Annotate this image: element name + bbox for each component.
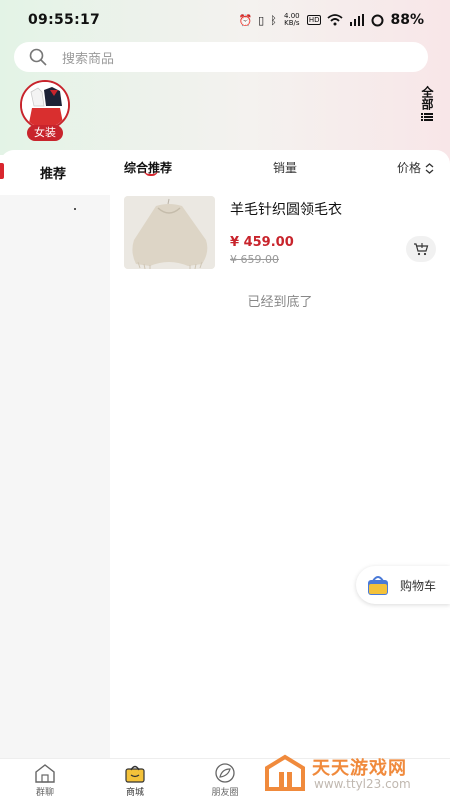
list-menu-icon	[421, 113, 433, 121]
search-icon	[29, 48, 47, 66]
product-card[interactable]: 羊毛针织圆领毛衣 ¥ 459.00 ¥ 659.00	[124, 196, 444, 272]
network-speed: 4.00 KB/s	[284, 12, 300, 27]
site-watermark: 天天游戏网 www.ttyl23.com	[262, 752, 422, 794]
tab-label: 群聊	[35, 788, 54, 798]
product-image[interactable]	[124, 196, 215, 269]
category-label: 女装	[27, 125, 63, 141]
battery-ring-icon	[371, 14, 384, 26]
tab-mall[interactable]: 商城	[105, 763, 165, 798]
left-category-rail	[0, 195, 110, 760]
shop-bag-icon	[125, 765, 145, 783]
product-original-price: ¥ 659.00	[230, 253, 279, 266]
status-time: 09:55:17	[28, 12, 101, 28]
tab-label: 商城	[125, 788, 144, 798]
product-price: ¥ 459.00	[230, 235, 294, 250]
product-name: 羊毛针织圆领毛衣	[230, 202, 342, 218]
wifi-icon	[327, 14, 344, 26]
dot-marker	[74, 208, 76, 210]
sort-arrows-icon	[425, 163, 434, 174]
home-icon	[35, 764, 55, 783]
status-bar: 09:55:17 ⏰ ▯ ᛒ 4.00 KB/s HD 88%	[0, 0, 450, 40]
clothing-thumbnail	[20, 80, 70, 130]
all-categories-label: 全部	[420, 86, 434, 110]
vibrate-icon: ▯	[258, 13, 265, 27]
add-to-cart-button[interactable]	[406, 236, 436, 262]
status-icons: ⏰ ▯ ᛒ 4.00 KB/s HD 88%	[238, 12, 424, 28]
battery-percent: 88%	[390, 12, 424, 28]
watermark-logo-icon	[265, 754, 305, 791]
sort-tab-sales[interactable]: 销量	[273, 159, 297, 176]
bluetooth-icon: ᛒ	[270, 13, 277, 27]
signal-icon	[350, 14, 365, 26]
tab-label: 朋友圈	[211, 788, 239, 798]
add-cart-icon	[414, 243, 429, 256]
tab-moments[interactable]: 朋友圈	[195, 763, 255, 798]
floating-cart-button[interactable]: 购物车	[356, 566, 450, 604]
tab-group-chat[interactable]: 群聊	[15, 763, 75, 798]
all-categories-button[interactable]: 全部	[417, 86, 437, 122]
search-placeholder: 搜索商品	[62, 51, 115, 67]
watermark-url: www.ttyl23.com	[314, 777, 411, 791]
left-nav-label: 推荐	[39, 167, 66, 182]
sort-price-label: 价格	[397, 161, 422, 175]
left-nav-item-recommend[interactable]: 推荐	[0, 155, 110, 195]
sort-tab-price[interactable]: 价格	[397, 159, 434, 176]
hd-icon: HD	[306, 15, 322, 25]
alarm-icon: ⏰	[238, 13, 253, 27]
list-end-text: 已经到底了	[247, 295, 313, 310]
sort-bar: 综合推荐 销量 价格	[110, 155, 450, 185]
shopping-bag-icon	[368, 576, 388, 595]
category-item-womens[interactable]: 女装	[20, 80, 70, 142]
floating-cart-label: 购物车	[400, 578, 437, 593]
search-input[interactable]: 搜索商品	[14, 42, 428, 72]
leaf-icon	[215, 763, 235, 783]
